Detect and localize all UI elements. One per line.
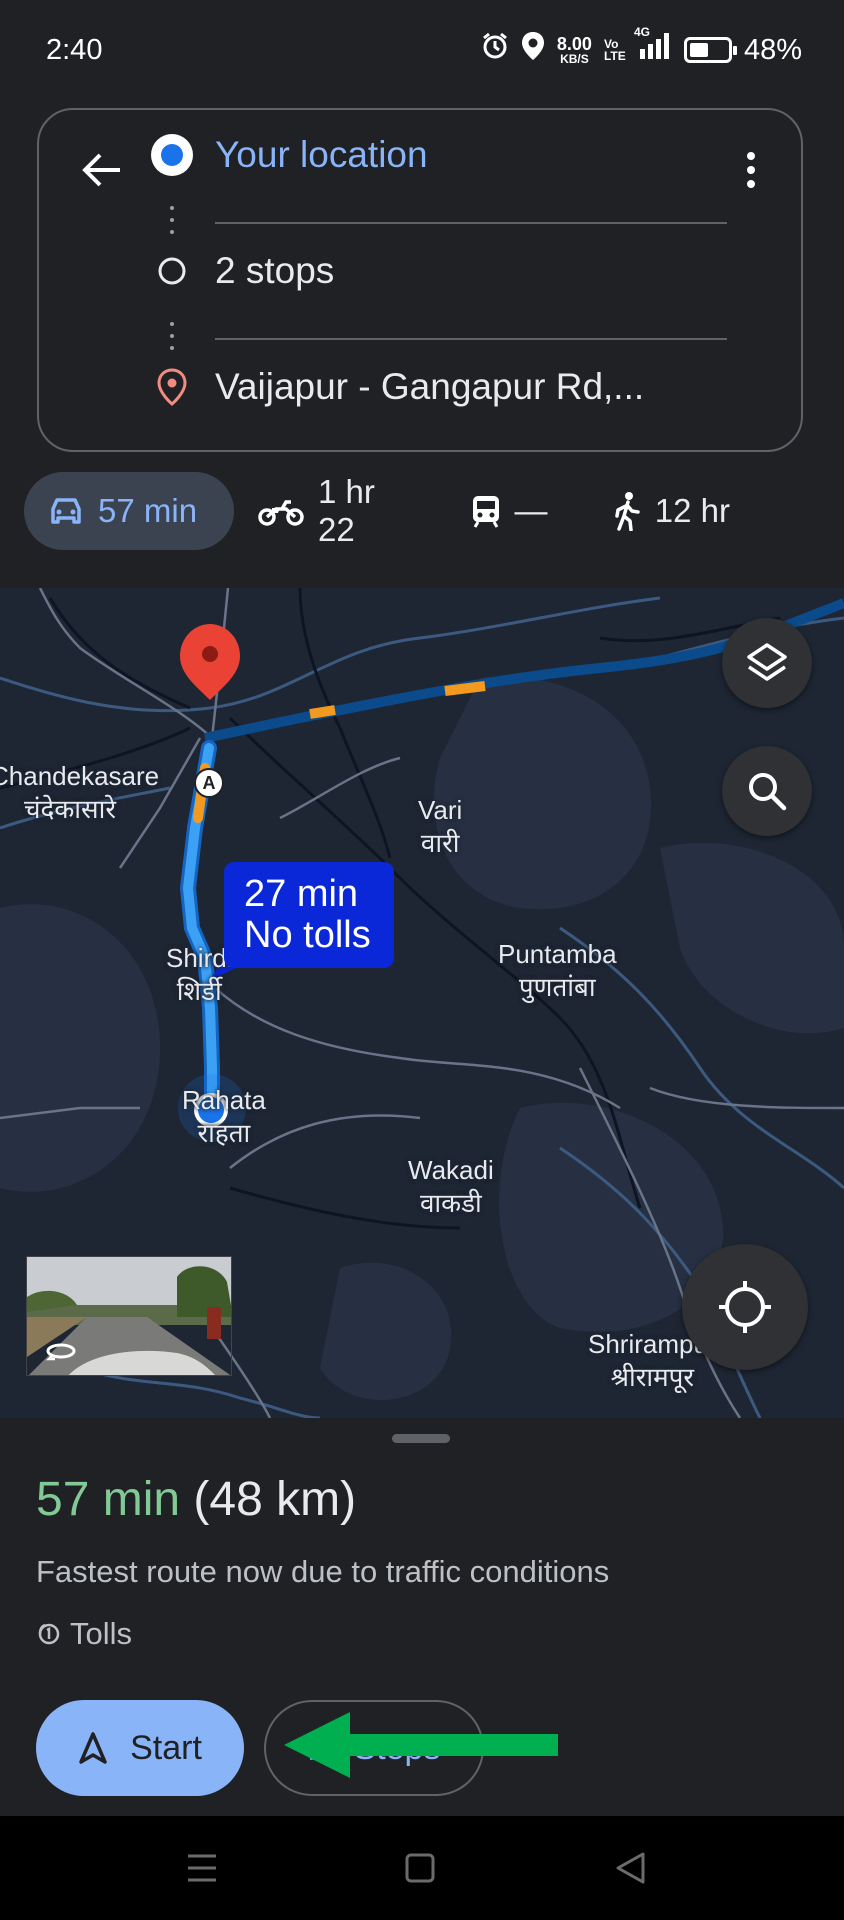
place-name-local: वाकडी (419, 1188, 482, 1218)
net-speed: 8.00 KB/S (556, 34, 592, 66)
route-chip-tolls: No tolls (244, 914, 371, 956)
layers-button[interactable] (722, 618, 812, 708)
place-name-en: Shirdi (166, 943, 233, 973)
annotation-arrow-icon (284, 1712, 558, 1778)
crosshair-icon (719, 1281, 771, 1333)
back-nav-button[interactable] (608, 1846, 652, 1890)
map-view[interactable]: A Chandekasare चंदेकासारे Vari वारी Shir… (0, 588, 844, 1418)
place-label: Chandekasare चंदेकासारे (0, 760, 159, 826)
360-rotate-icon (45, 1343, 76, 1361)
mode-label: 57 min (98, 492, 198, 529)
system-nav-bar (0, 1816, 844, 1920)
street-view-thumbnail[interactable] (26, 1256, 232, 1376)
waypoint-a-marker[interactable]: A (194, 768, 224, 798)
layers-icon (747, 643, 787, 681)
home-button[interactable] (398, 1846, 442, 1890)
stop-circle-icon (147, 246, 197, 296)
battery-icon (683, 37, 737, 63)
eta-distance: (48 km) (193, 1473, 357, 1526)
tolls-label: Tolls (70, 1616, 133, 1651)
place-name-local: पुणतांबा (518, 972, 596, 1002)
place-name-en: Rahata (182, 1085, 266, 1115)
square-icon (405, 1853, 435, 1883)
destination-field[interactable]: Vaijapur - Gangapur Rd,... (215, 366, 644, 408)
signal-icon: 4G (634, 25, 672, 67)
mode-tab-drive[interactable]: 57 min (24, 472, 234, 550)
back-arrow-icon (82, 153, 120, 187)
directions-card: Your location 2 stops Vaijapur - Gangapu… (37, 108, 803, 452)
place-name-en: Puntamba (498, 939, 617, 969)
toll-icon (38, 1623, 60, 1645)
place-label: Shirdi शिर्डी (166, 942, 232, 1008)
eta-time: 57 min (36, 1473, 181, 1526)
search-button[interactable] (722, 746, 812, 836)
place-name-en: Vari (418, 795, 463, 825)
travel-mode-tabs: 57 min 1 hr 22 — 12 hr (24, 472, 824, 550)
route-chip-time: 27 min (244, 873, 359, 915)
transit-icon (472, 496, 499, 528)
volte-indicator: Vo LTE (603, 37, 626, 63)
mode-label: 1 hr 22 (318, 473, 375, 548)
place-name-local: शिर्डी (176, 976, 222, 1006)
car-icon (51, 498, 81, 524)
eta-summary: 57 min (48 km) (36, 1472, 356, 1527)
mode-tab-transit[interactable]: — (434, 472, 584, 550)
route-dots (170, 206, 174, 234)
place-name-en: Wakadi (408, 1155, 494, 1185)
my-location-button[interactable] (682, 1244, 808, 1370)
tolls-info: Tolls (36, 1616, 132, 1652)
start-navigation-button[interactable]: Start (36, 1700, 244, 1796)
place-name-en: Chandekasare (0, 761, 160, 791)
more-vert-icon (747, 152, 755, 188)
mode-label: — (514, 492, 548, 529)
place-label: Vari वारी (418, 794, 462, 860)
motorcycle-icon (258, 500, 304, 526)
place-name-local: श्रीरामपूर (610, 1362, 695, 1392)
more-options-button[interactable] (731, 140, 771, 200)
origin-underline (215, 222, 727, 224)
navigation-arrow-icon (79, 1732, 107, 1764)
start-label: Start (130, 1728, 202, 1767)
place-name-local: राहता (197, 1118, 251, 1148)
triangle-back-icon (616, 1852, 645, 1884)
battery-percent: 48% (743, 33, 802, 66)
alarm-icon (481, 32, 509, 68)
destination-pin-icon (147, 362, 197, 412)
place-name-local: चंदेकासारे (24, 794, 116, 824)
stops-field[interactable]: 2 stops (215, 250, 334, 292)
mode-label: 12 hr (654, 492, 730, 529)
place-label: Rahata राहता (182, 1084, 266, 1150)
stops-underline (215, 338, 727, 340)
location-icon (521, 31, 545, 69)
place-label: Wakadi वाकडी (408, 1154, 494, 1220)
status-icons: 8.00 KB/S Vo LTE 4G 48% (481, 25, 802, 69)
search-icon (749, 773, 787, 811)
route-reason: Fastest route now due to traffic conditi… (36, 1554, 610, 1589)
status-bar: 2:40 8.00 KB/S Vo LTE 4G 48% (0, 0, 844, 100)
mode-tab-motorcycle[interactable]: 1 hr 22 (234, 472, 434, 550)
mode-tab-walk[interactable]: 12 hr (584, 472, 754, 550)
sheet-drag-handle[interactable] (392, 1434, 450, 1443)
place-label: Puntamba पुणतांबा (498, 938, 617, 1004)
status-time: 2:40 (46, 33, 103, 66)
origin-field[interactable]: Your location (215, 134, 428, 176)
menu-lines-icon (188, 1854, 216, 1882)
route-time-chip[interactable]: 27 min No tolls (224, 862, 394, 968)
route-dots (170, 322, 174, 350)
place-name-local: वारी (420, 828, 460, 858)
origin-dot-icon (147, 130, 197, 180)
back-button[interactable] (71, 140, 131, 200)
recents-button[interactable] (180, 1846, 224, 1890)
walk-icon (615, 492, 640, 531)
